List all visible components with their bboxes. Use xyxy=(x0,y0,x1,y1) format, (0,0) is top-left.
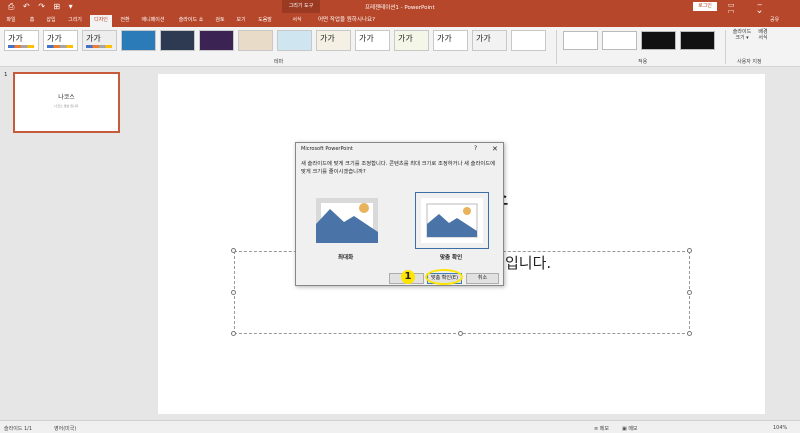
tab-draw[interactable]: 그리기 xyxy=(66,15,84,27)
theme-colors xyxy=(47,45,73,48)
theme-thumbnail[interactable]: 가가 xyxy=(82,30,117,51)
login-button[interactable]: 로그인 xyxy=(693,2,717,11)
language-indicator[interactable]: 영어(미국) xyxy=(54,425,76,432)
cancel-button[interactable]: 취소 xyxy=(466,273,499,284)
theme-sample-text: 가가 xyxy=(47,34,62,43)
slide-size-button[interactable]: 슬라이드 크기 ▾ xyxy=(730,29,754,41)
theme-thumbnail[interactable]: 가가 xyxy=(394,30,429,51)
theme-thumbnail[interactable] xyxy=(277,30,312,51)
group-label-customize: 사용자 지정 xyxy=(737,59,762,65)
variant-thumbnail[interactable] xyxy=(680,31,715,50)
format-background-button[interactable]: 배경 서식 xyxy=(756,29,770,41)
option-maximize[interactable] xyxy=(310,192,384,249)
option-fit-label: 맞춤 확인 xyxy=(440,255,463,261)
tab-review[interactable]: 검토 xyxy=(213,15,227,27)
thumbnail-title: 나코스 xyxy=(58,94,75,101)
theme-sample-text: 가가 xyxy=(476,34,491,43)
thumbnail-subtitle: 나코스 영상 입니다 xyxy=(54,104,79,108)
tab-help[interactable]: 도움말 xyxy=(256,15,274,27)
group-divider xyxy=(725,30,726,64)
group-label-themes: 테마 xyxy=(274,59,284,65)
maximize-illustration-icon xyxy=(316,198,378,243)
notes-button[interactable]: ≡ 메모 xyxy=(594,425,609,432)
theme-thumbnail[interactable]: 가가 xyxy=(355,30,390,51)
theme-colors xyxy=(8,45,34,48)
step-marker: 1 xyxy=(401,270,415,284)
resize-handle[interactable] xyxy=(687,331,692,336)
ribbon: 가가 가가 가가 가가 가가 가가 가가 가가 테마 적용 슬라이드 크기 ▾ … xyxy=(0,27,800,67)
theme-sample-text: 가가 xyxy=(437,34,452,43)
slide-number: 1 xyxy=(4,72,8,78)
variant-thumbnail[interactable] xyxy=(602,31,637,50)
tab-view[interactable]: 보기 xyxy=(234,15,248,27)
theme-thumbnail[interactable]: 가가 xyxy=(43,30,78,51)
theme-thumbnail[interactable]: 가가 xyxy=(316,30,351,51)
slide-thumbnail[interactable]: 나코스 나코스 영상 입니다 xyxy=(13,72,120,133)
help-icon[interactable]: ? xyxy=(474,145,477,152)
tab-design[interactable]: 디자인 xyxy=(90,15,112,27)
comments-button[interactable]: ▣ 메모 xyxy=(622,425,638,432)
theme-sample-text: 가가 xyxy=(86,34,101,43)
theme-sample-text: 가가 xyxy=(359,34,374,43)
tab-home[interactable]: 홈 xyxy=(26,15,38,27)
tab-slideshow[interactable]: 슬라이드 쇼 xyxy=(176,15,206,27)
variant-thumbnail[interactable] xyxy=(641,31,676,50)
status-bar: 슬라이드 1/1 영어(미국) ≡ 메모 ▣ 메모 104% xyxy=(0,420,800,433)
resize-handle[interactable] xyxy=(231,290,236,295)
ribbon-tabs: 파일 홈 삽입 그리기 디자인 전환 애니메이션 슬라이드 쇼 검토 보기 도움… xyxy=(0,13,800,27)
tell-me-search[interactable]: 어떤 작업을 원하시나요? xyxy=(318,15,375,23)
theme-sample-text: 가가 xyxy=(8,34,23,43)
theme-thumbnail[interactable] xyxy=(199,30,234,51)
scale-dialog: Microsoft PowerPoint ? ✕ 새 슬라이드에 맞게 크기를 … xyxy=(295,142,504,286)
tab-format[interactable]: 서식 xyxy=(290,15,304,27)
variant-thumbnail[interactable] xyxy=(563,31,598,50)
theme-thumbnail[interactable]: 가가 xyxy=(472,30,507,51)
theme-thumbnail[interactable] xyxy=(238,30,273,51)
theme-thumbnail[interactable] xyxy=(160,30,195,51)
share-button[interactable]: 공유 xyxy=(770,16,779,23)
theme-sample-text: 가가 xyxy=(398,34,413,43)
close-icon[interactable]: ✕ xyxy=(492,145,498,153)
tab-animations[interactable]: 애니메이션 xyxy=(138,15,168,27)
option-fit[interactable] xyxy=(415,192,489,249)
slide-thumbnail-panel: 1 나코스 나코스 영상 입니다 xyxy=(0,68,130,420)
context-tab-label: 그리기 도구 xyxy=(282,0,320,13)
tab-insert[interactable]: 삽입 xyxy=(44,15,58,27)
document-title: 프레젠테이션1 - PowerPoint xyxy=(365,5,435,11)
theme-thumbnail[interactable]: 가가 xyxy=(433,30,468,51)
group-label-variants: 적용 xyxy=(638,59,648,65)
theme-sample-text: 가가 xyxy=(320,34,335,43)
slide-counter: 슬라이드 1/1 xyxy=(4,426,33,432)
group-divider xyxy=(556,30,557,64)
tab-transitions[interactable]: 전환 xyxy=(118,15,132,27)
resize-handle[interactable] xyxy=(687,290,692,295)
dialog-title: Microsoft PowerPoint xyxy=(301,146,353,152)
zoom-level[interactable]: 104% xyxy=(773,425,787,431)
fit-illustration-icon xyxy=(421,198,483,243)
resize-handle[interactable] xyxy=(458,331,463,336)
tab-file[interactable]: 파일 xyxy=(4,15,18,27)
resize-handle[interactable] xyxy=(687,248,692,253)
highlight-ring xyxy=(425,269,463,285)
theme-thumbnail[interactable] xyxy=(511,30,546,51)
resize-handle[interactable] xyxy=(231,248,236,253)
dialog-message: 새 슬라이드에 맞게 크기를 조정합니다. 콘텐츠를 최대 크기로 조정하거나 … xyxy=(301,161,495,175)
quick-access-toolbar[interactable]: ⎙ ↶ ↷ ⊞ ▾ xyxy=(8,2,76,12)
theme-thumbnail[interactable] xyxy=(121,30,156,51)
option-maximize-label: 최대화 xyxy=(338,255,354,261)
resize-handle[interactable] xyxy=(231,331,236,336)
theme-colors xyxy=(86,45,112,48)
title-bar: ⎙ ↶ ↷ ⊞ ▾ 그리기 도구 프레젠테이션1 - PowerPoint 로그… xyxy=(0,0,800,17)
theme-thumbnail[interactable]: 가가 xyxy=(4,30,39,51)
